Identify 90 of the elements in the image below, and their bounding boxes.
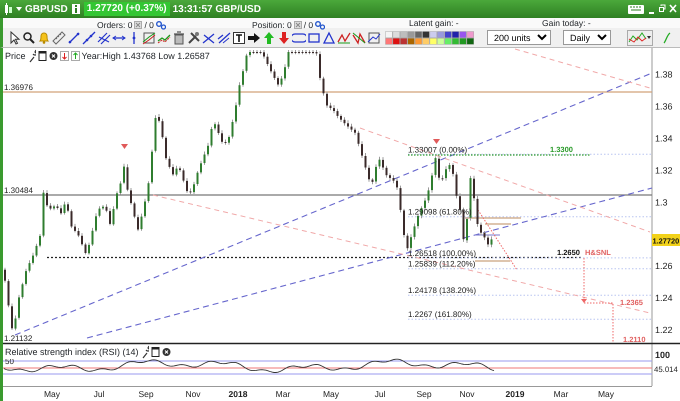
quote-time: 13:31:57 GBP/USD <box>172 2 261 16</box>
period-dropdown[interactable]: Daily <box>563 30 611 45</box>
window-icon[interactable] <box>150 345 160 359</box>
time-axis-label: 2019 <box>506 389 524 399</box>
rectangle-icon[interactable] <box>307 30 321 44</box>
orders-total: / 0 <box>144 20 154 30</box>
grid-chart-icon[interactable] <box>367 30 381 44</box>
keyboard-icon[interactable] <box>627 2 645 16</box>
arrow-right-icon[interactable] <box>247 30 261 44</box>
color-palette[interactable] <box>385 30 475 44</box>
time-axis-label: May <box>322 389 340 399</box>
price-axis-label: 1.22 <box>655 324 673 335</box>
window-icon[interactable] <box>38 49 47 63</box>
cancel-icon[interactable] <box>134 18 142 32</box>
line-tool-icon[interactable] <box>82 30 96 44</box>
tools-icon[interactable] <box>187 30 201 44</box>
time-axis-label: Sep <box>138 389 154 399</box>
projection-line <box>584 302 614 344</box>
cross-lines-icon[interactable] <box>217 30 231 44</box>
gears-icon[interactable] <box>315 18 326 32</box>
price-level-label: 1.21132 <box>4 334 32 343</box>
parallel-lines-icon[interactable] <box>97 30 111 44</box>
fibonacci-label: 1.26518 (100.00%) <box>408 248 476 258</box>
rsi-axis-label: 100 <box>655 350 670 360</box>
position-total: / 0 <box>304 20 314 30</box>
pane-title: Price <box>5 50 26 62</box>
signal-marker-icon <box>433 139 440 144</box>
gears-icon[interactable] <box>156 18 166 32</box>
marker-line <box>465 217 521 219</box>
marker-line <box>475 260 510 262</box>
price-axis-label: 1.26 <box>655 261 673 272</box>
projection-line <box>478 210 518 270</box>
zigzag-icon[interactable] <box>352 30 366 44</box>
arrow-down-icon[interactable] <box>277 30 291 44</box>
price-axis-label: 1.32 <box>655 165 673 176</box>
orders-label: Orders: 0 <box>97 20 132 30</box>
channel-icon[interactable] <box>142 30 156 44</box>
time-axis-label: 2018 <box>228 389 248 399</box>
price-axis-label: 1.24 <box>655 293 673 303</box>
candlestick-icon[interactable] <box>3 2 13 16</box>
fibonacci-label: 1.25839 (112.20%) <box>408 260 476 269</box>
price-change: 1.27720 (+0.37%) <box>84 2 170 16</box>
signal-marker-icon <box>121 144 128 149</box>
time-axis-label: Jul <box>94 389 104 399</box>
price-axis-label: 1.3 <box>655 197 668 208</box>
wrench-icon[interactable] <box>28 49 36 63</box>
price-level-label: 1.30484 <box>4 186 33 195</box>
move-up-icon[interactable] <box>70 49 80 63</box>
cross-lines-icon[interactable] <box>202 30 216 44</box>
chart-icon[interactable] <box>663 30 671 44</box>
move-down-icon[interactable] <box>60 49 69 63</box>
quantity-dropdown[interactable]: 200 units <box>487 30 551 45</box>
price-axis-label: 1.36 <box>655 102 673 112</box>
ruler-icon[interactable] <box>52 30 66 44</box>
text-tool-icon[interactable] <box>232 30 246 44</box>
projection-arrow <box>581 258 587 303</box>
zigzag-icon[interactable] <box>337 30 351 44</box>
time-axis-label: Jul <box>374 389 386 399</box>
symbol-name: GBPUSD <box>25 2 68 16</box>
time-axis-label: May <box>598 389 614 399</box>
time-axis-label: May <box>44 389 60 399</box>
close-icon[interactable] <box>162 345 171 359</box>
position-label: Position: 0 <box>252 20 292 30</box>
price-axis-label: 1.34 <box>655 134 673 144</box>
time-axis-label: Mar <box>276 389 290 399</box>
triangle-icon[interactable] <box>322 30 336 44</box>
line-tool-icon[interactable] <box>67 30 81 44</box>
time-axis-label: Nov <box>459 389 475 399</box>
time-axis-label: Nov <box>185 389 201 399</box>
time-axis-label: Mar <box>554 389 568 399</box>
gain-today-label: Gain today: - <box>542 18 591 28</box>
year-range: Year:High 1.43768 Low 1.26587 <box>82 50 210 62</box>
loop-icon[interactable] <box>292 30 306 44</box>
marker-line <box>474 234 500 236</box>
marker-line <box>485 223 511 225</box>
search-icon[interactable] <box>22 30 36 44</box>
indicator-chart-icon[interactable] <box>627 30 653 46</box>
price-axis-label: 1.38 <box>655 70 673 80</box>
close-icon[interactable] <box>48 49 58 63</box>
info-icon[interactable] <box>70 2 81 16</box>
time-axis-label: Sep <box>416 389 432 399</box>
latent-gain-label: Latent gain: - <box>409 18 459 28</box>
wrench-icon[interactable] <box>140 345 149 359</box>
fibonacci-label: 1.24178 (138.20%) <box>408 286 476 296</box>
pane-title: Relative strength index (RSI) (14) <box>5 347 139 357</box>
cancel-icon[interactable] <box>294 18 302 32</box>
trash-icon[interactable] <box>172 30 186 44</box>
price-level-label: 1.36976 <box>4 83 33 92</box>
fibonacci-label: 1.33007 (0.00%) <box>408 145 468 154</box>
fibonacci-label: 1.2267 (161.80%) <box>408 310 472 320</box>
